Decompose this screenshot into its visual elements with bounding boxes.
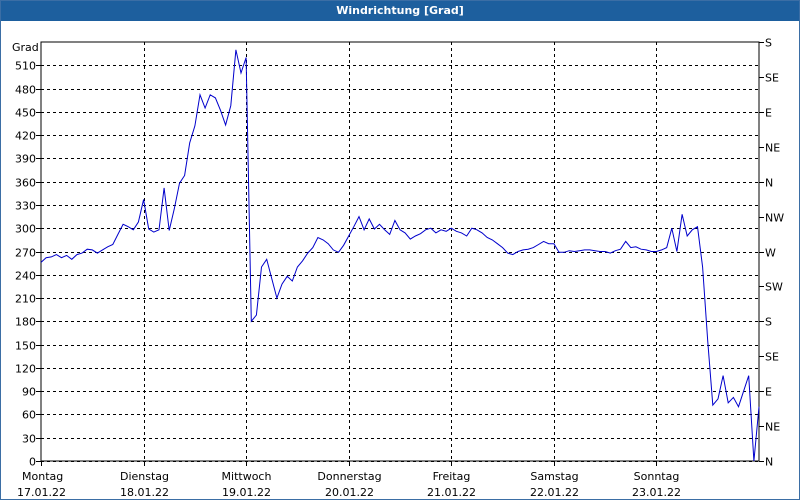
y-tick-label: 180 [15,316,36,329]
x-tick-day: Donnerstag [317,470,381,483]
x-tick-date: 18.01.22 [120,486,169,499]
x-tick-date: 20.01.22 [325,486,374,499]
y2-tick-label: SE [765,351,779,364]
y-tick-label: 420 [15,130,36,143]
x-tick-date: 17.01.22 [17,486,66,499]
x-tick-day: Montag [22,470,63,483]
chart-window: Windrichtung [Grad] 0 30 60 90 120 150 180 210 2… [0,0,800,500]
x-tick-date: 22.01.22 [530,486,579,499]
y2-tick-label: S [765,316,772,329]
x-axis-ticks: Montag 17.01.22 Dienstag 18.01.22 Mittwoch 19… [17,461,681,499]
y-tick-label: 240 [15,270,36,283]
chart-svg: 0 30 60 90 120 150 180 210 240 270 300 330 360 390 420… [12,37,784,500]
y2-tick-label: E [765,386,772,399]
y-tick-label: 330 [15,200,36,213]
y2-tick-label: S [765,37,772,50]
y-tick-label: 300 [15,223,36,236]
y-tick-label: 510 [15,60,36,73]
y-tick-label: 150 [15,340,36,353]
y-tick-label: 0 [29,456,36,469]
x-tick-day: Samstag [530,470,578,483]
x-tick-date: 21.01.22 [427,486,476,499]
y-tick-label: 390 [15,153,36,166]
y-tick-label: 90 [22,386,36,399]
x-tick-date: 19.01.22 [222,486,271,499]
y2-tick-label: NW [765,212,784,225]
y2-tick-label: N [765,177,773,190]
y2-tick-label: SE [765,72,779,85]
x-tick-day: Sonntag [634,470,680,483]
y-tick-label: 60 [22,409,36,422]
y-tick-label: 360 [15,177,36,190]
y2-tick-label: SW [765,281,783,294]
y2-tick-label: NE [765,421,780,434]
y-tick-label: 210 [15,293,36,306]
x-tick-day: Dienstag [120,470,169,483]
x-tick-date: 23.01.22 [632,486,681,499]
x-tick-day: Mittwoch [222,470,272,483]
y-tick-label: 30 [22,433,36,446]
y2-tick-label: NE [765,142,780,155]
y2-tick-label: W [765,247,776,260]
y-tick-label: 120 [15,363,36,376]
y2-tick-label: E [765,107,772,120]
y-tick-label: 450 [15,107,36,120]
y-tick-label: 480 [15,84,36,97]
y-axis-label: Grad [12,41,39,54]
y-tick-label: 270 [15,247,36,260]
y2-tick-label: N [765,456,773,469]
x-tick-day: Freitag [433,470,471,483]
y2-axis-ticks: N NE E SE S SW W NW N NE E SE S [759,37,784,469]
y-axis-ticks: 0 30 60 90 120 150 180 210 240 270 300 330 360 390 420… [15,60,41,469]
